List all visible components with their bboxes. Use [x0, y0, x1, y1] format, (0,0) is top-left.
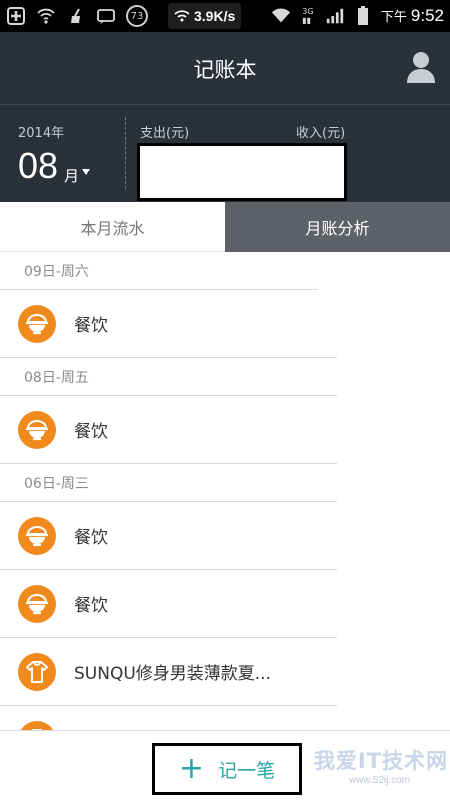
clothes-icon: [18, 652, 56, 691]
speed-badge-icon: 73: [126, 5, 148, 27]
3g-icon: 3G ▮▮: [302, 7, 314, 25]
list-item[interactable]: 餐饮: [0, 570, 337, 638]
wifi-small-icon: [174, 10, 190, 22]
list-item-label: 餐饮: [74, 316, 108, 336]
add-record-button[interactable]: + 记一笔: [152, 743, 302, 795]
redacted-totals: [137, 143, 347, 201]
message-icon: [96, 6, 116, 26]
bowl-icon: [18, 584, 56, 623]
signal-icon: [325, 6, 345, 26]
year-label: 2014年: [18, 126, 65, 141]
list-item-label: 餐饮: [74, 422, 108, 442]
clock-time: 9:52: [410, 6, 444, 25]
plus-icon: +: [178, 751, 205, 786]
date-header: 09日-周六: [0, 252, 318, 290]
watermark: 我爱IT技术网: [314, 745, 448, 775]
status-bar: 73 3.9K/s 3G ▮▮ 下午 9:52: [0, 0, 450, 32]
caret-down-icon[interactable]: [82, 169, 90, 175]
tab-monthly-analysis[interactable]: 月账分析: [225, 202, 450, 252]
summary-divider: [125, 117, 126, 189]
profile-icon[interactable]: [406, 50, 436, 84]
list-item[interactable]: SUNQU修身男装薄款夏...: [0, 638, 337, 706]
broom-icon: [66, 6, 86, 26]
wifi-signal-icon: [36, 6, 56, 26]
list-item-label: 餐饮: [74, 596, 108, 616]
month-unit: 月: [64, 167, 80, 185]
watermark-text: 我爱IT技术网: [313, 749, 448, 773]
add-icon: [6, 6, 26, 26]
list-item[interactable]: 餐饮: [0, 396, 337, 464]
network-speed-text: 3.9K/s: [194, 8, 236, 24]
clock-period: 下午: [380, 9, 407, 24]
month-summary: 2014年 08 月 支出(元) 收入(元): [0, 105, 450, 202]
list-item[interactable]: 餐饮: [0, 502, 337, 570]
add-record-label: 记一笔: [218, 759, 276, 782]
watermark-url: www.52ij.com: [348, 775, 410, 786]
clock: 下午 9:52: [381, 6, 444, 26]
list-item-label: SUNQU修身男装薄款夏...: [74, 664, 271, 684]
transaction-list[interactable]: 09日-周六 餐饮 08日-周五 餐饮 06日-周三 餐饮 餐饮 SUNQU修身…: [0, 252, 450, 740]
date-header: 06日-周三: [0, 464, 337, 502]
bowl-icon: [18, 410, 56, 449]
date-header: 08日-周五: [0, 358, 337, 396]
month-selector[interactable]: 08: [18, 145, 58, 187]
wifi-icon: [271, 6, 291, 26]
tab-bar: 本月流水 月账分析: [0, 202, 450, 252]
battery-icon: [353, 6, 373, 26]
app-header: 记账本: [0, 32, 450, 104]
bottom-bar: + 记一笔 我爱IT技术网 www.52ij.com: [0, 730, 450, 800]
bowl-icon: [18, 516, 56, 555]
list-item[interactable]: 餐饮: [0, 290, 337, 358]
expense-label: 支出(元): [140, 126, 190, 141]
tab-monthly-flow[interactable]: 本月流水: [0, 202, 225, 252]
network-speed: 3.9K/s: [168, 3, 242, 29]
page-title: 记账本: [193, 58, 257, 82]
bowl-icon: [18, 304, 56, 343]
income-label: 收入(元): [296, 126, 346, 141]
list-item-label: 餐饮: [74, 528, 108, 548]
